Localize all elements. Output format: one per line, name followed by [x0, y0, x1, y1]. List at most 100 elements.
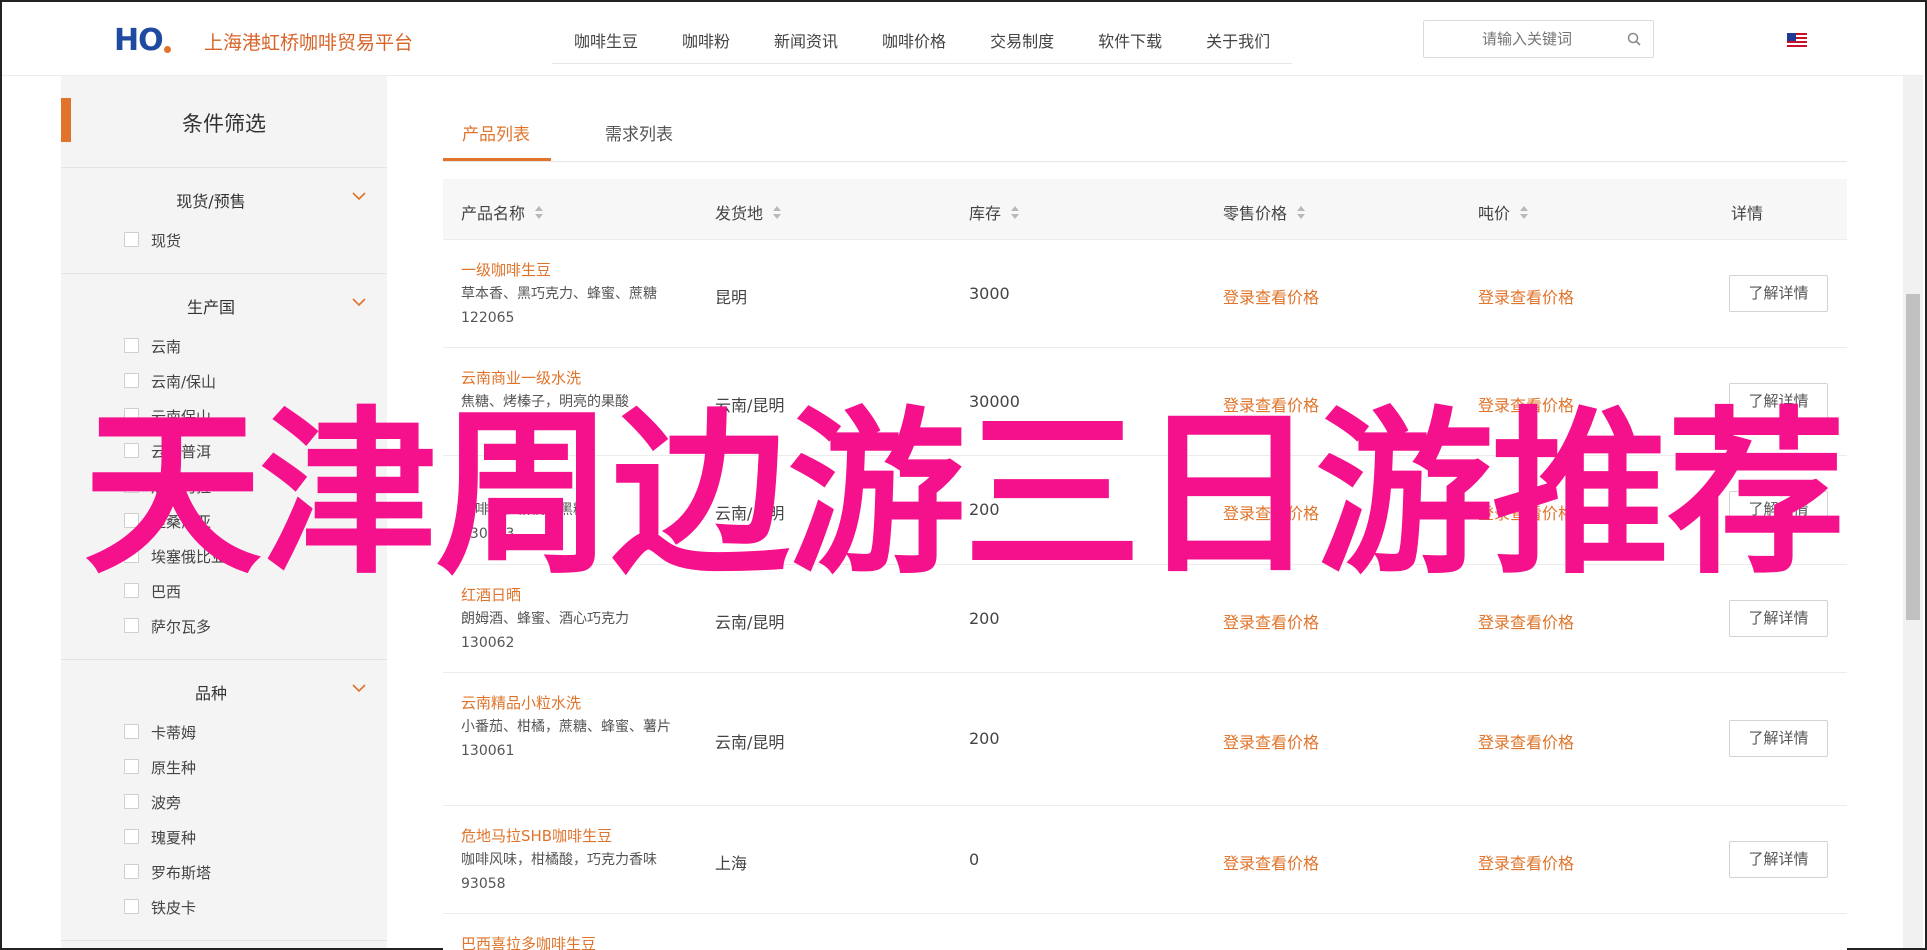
- retail-price-link[interactable]: 登录查看价格: [1223, 729, 1319, 753]
- column-header-stock[interactable]: 库存: [969, 200, 1020, 224]
- checkbox[interactable]: [124, 583, 139, 598]
- ton-price-link[interactable]: 登录查看价格: [1478, 609, 1574, 633]
- detail-button[interactable]: 了解详情: [1729, 841, 1828, 878]
- retail-price-link[interactable]: 登录查看价格: [1223, 392, 1319, 416]
- detail-button[interactable]: 了解详情: [1729, 275, 1828, 312]
- filter-option[interactable]: 云南/保山: [61, 365, 387, 400]
- filter-section-header[interactable]: 现货/预售: [61, 168, 387, 224]
- ton-price-link[interactable]: 登录查看价格: [1478, 729, 1574, 753]
- checkbox[interactable]: [124, 759, 139, 774]
- tab-demand-list[interactable]: 需求列表: [605, 120, 673, 145]
- site-logo[interactable]: HO: [114, 23, 171, 58]
- checkbox[interactable]: [124, 373, 139, 388]
- detail-button[interactable]: 了解详情: [1729, 600, 1828, 637]
- checkbox[interactable]: [124, 338, 139, 353]
- origin-cell: 云南/昆明: [715, 504, 785, 523]
- ton-price-link[interactable]: 登录查看价格: [1478, 850, 1574, 874]
- chevron-down-icon[interactable]: [351, 680, 367, 696]
- checkbox[interactable]: [124, 899, 139, 914]
- filter-option[interactable]: 卡蒂姆: [61, 716, 387, 751]
- product-name[interactable]: [461, 474, 676, 498]
- column-header-ton-price[interactable]: 吨价: [1478, 200, 1529, 224]
- checkbox[interactable]: [124, 829, 139, 844]
- filter-section-header[interactable]: 品种: [61, 660, 387, 716]
- column-header-origin[interactable]: 发货地: [715, 200, 782, 224]
- origin-cell: 云南/昆明: [715, 733, 785, 752]
- tab-product-list[interactable]: 产品列表: [462, 120, 530, 145]
- detail-button[interactable]: 了解详情: [1729, 720, 1828, 757]
- product-name[interactable]: 红酒日晒: [461, 583, 676, 607]
- filter-section-header[interactable]: 生产国: [61, 274, 387, 330]
- filter-option[interactable]: 原生种: [61, 751, 387, 786]
- checkbox[interactable]: [124, 794, 139, 809]
- product-id: 130062: [461, 635, 515, 651]
- filter-option[interactable]: 萨尔瓦多: [61, 610, 387, 645]
- sort-icon[interactable]: [1297, 205, 1306, 219]
- column-header-retail-price[interactable]: 零售价格: [1223, 200, 1306, 224]
- nav-item-news[interactable]: 新闻资讯: [752, 16, 860, 63]
- nav-item-prices[interactable]: 咖啡价格: [860, 16, 968, 63]
- product-name[interactable]: 危地马拉SHB咖啡生豆: [461, 824, 676, 848]
- stock-cell: 30000: [969, 392, 1020, 411]
- filter-option[interactable]: 现货: [61, 224, 387, 259]
- retail-price-link[interactable]: 登录查看价格: [1223, 850, 1319, 874]
- retail-price-link[interactable]: 登录查看价格: [1223, 284, 1319, 308]
- nav-item-trading-rules[interactable]: 交易制度: [968, 16, 1076, 63]
- product-cell: 危地马拉SHB咖啡生豆 咖啡风味，柑橘酸，巧克力香味 93058: [461, 824, 676, 896]
- filter-option[interactable]: 瑰夏种: [61, 821, 387, 856]
- product-description: 咖啡香、柑橘、黑糖: [461, 502, 587, 518]
- product-description: 草本香、黑巧克力、蜂蜜、蔗糖: [461, 286, 657, 302]
- nav-item-green-beans[interactable]: 咖啡生豆: [552, 16, 660, 63]
- retail-price-link[interactable]: 登录查看价格: [1223, 609, 1319, 633]
- scrollbar-thumb[interactable]: [1906, 294, 1920, 620]
- filter-option[interactable]: 巴西: [61, 575, 387, 610]
- us-flag-icon[interactable]: [1787, 33, 1807, 47]
- detail-button[interactable]: 了解详情: [1729, 491, 1828, 528]
- checkbox[interactable]: [124, 408, 139, 423]
- checkbox[interactable]: [124, 618, 139, 633]
- checkbox[interactable]: [124, 513, 139, 528]
- sort-icon[interactable]: [773, 205, 782, 219]
- filter-section-label: 品种: [194, 684, 227, 703]
- page-scrollbar[interactable]: [1903, 76, 1923, 948]
- filter-option[interactable]: 铁皮卡: [61, 891, 387, 926]
- checkbox[interactable]: [124, 443, 139, 458]
- filter-option[interactable]: 坦桑尼亚: [61, 505, 387, 540]
- ton-price-link[interactable]: 登录查看价格: [1478, 500, 1574, 524]
- checkbox[interactable]: [124, 232, 139, 247]
- sort-icon[interactable]: [1011, 205, 1020, 219]
- site-name[interactable]: 上海港虹桥咖啡贸易平台: [204, 28, 413, 55]
- search-input[interactable]: [1432, 28, 1622, 50]
- filter-section-availability: 现货/预售 现货: [61, 168, 387, 274]
- sort-icon[interactable]: [535, 205, 544, 219]
- chevron-down-icon[interactable]: [351, 294, 367, 310]
- chevron-down-icon[interactable]: [351, 188, 367, 204]
- filter-option[interactable]: 云南保山: [61, 400, 387, 435]
- checkbox[interactable]: [124, 478, 139, 493]
- filter-option[interactable]: 埃塞俄比亚: [61, 540, 387, 575]
- ton-price-link[interactable]: 登录查看价格: [1478, 392, 1574, 416]
- product-name[interactable]: 云南商业一级水洗: [461, 366, 676, 390]
- product-name[interactable]: 云南精品小粒水洗: [461, 691, 676, 715]
- stock-cell: 3000: [969, 284, 1010, 303]
- checkbox[interactable]: [124, 864, 139, 879]
- search-icon[interactable]: [1627, 32, 1641, 46]
- filter-option[interactable]: 罗布斯塔: [61, 856, 387, 891]
- filter-option[interactable]: 危地马拉: [61, 470, 387, 505]
- column-header-name[interactable]: 产品名称: [461, 200, 544, 224]
- retail-price-link[interactable]: 登录查看价格: [1223, 500, 1319, 524]
- nav-item-about[interactable]: 关于我们: [1184, 16, 1292, 63]
- product-id: 122065: [461, 310, 515, 326]
- product-name[interactable]: 巴西喜拉多咖啡生豆: [461, 932, 676, 950]
- sort-icon[interactable]: [1520, 205, 1529, 219]
- nav-item-download[interactable]: 软件下载: [1076, 16, 1184, 63]
- filter-option[interactable]: 云南普洱: [61, 435, 387, 470]
- ton-price-link[interactable]: 登录查看价格: [1478, 284, 1574, 308]
- checkbox[interactable]: [124, 724, 139, 739]
- nav-item-coffee-powder[interactable]: 咖啡粉: [660, 16, 752, 63]
- checkbox[interactable]: [124, 548, 139, 563]
- detail-button[interactable]: 了解详情: [1729, 383, 1828, 420]
- filter-option[interactable]: 云南: [61, 330, 387, 365]
- filter-option[interactable]: 波旁: [61, 786, 387, 821]
- product-name[interactable]: 一级咖啡生豆: [461, 258, 676, 282]
